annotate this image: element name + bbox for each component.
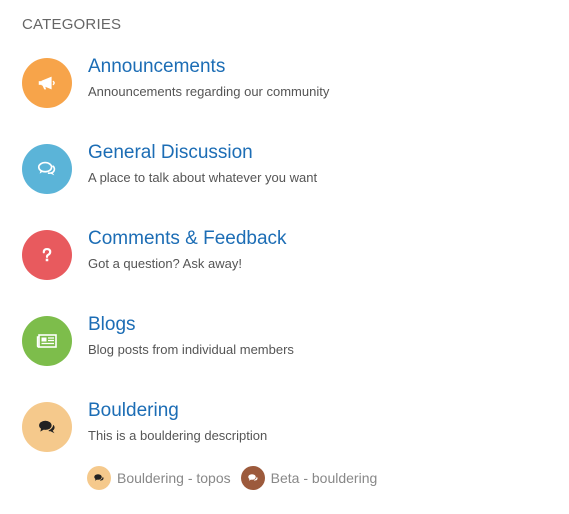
subcategory-beta-bouldering[interactable]: Beta - bouldering — [240, 466, 378, 490]
category-blogs[interactable]: Blogs Blog posts from individual members — [22, 314, 542, 372]
categories-panel: CATEGORIES Announcements Announcements r… — [0, 0, 569, 514]
category-bouldering[interactable]: Bouldering This is a bouldering descript… — [22, 400, 542, 458]
category-general-discussion[interactable]: General Discussion A place to talk about… — [22, 142, 542, 200]
subcategory-label[interactable]: Bouldering - topos — [117, 470, 231, 486]
comments-icon — [240, 466, 265, 490]
newspaper-icon — [22, 316, 72, 366]
section-title: CATEGORIES — [22, 16, 122, 33]
comments-icon — [87, 466, 111, 490]
comments-icon — [22, 402, 72, 452]
subcategory-label[interactable]: Beta - bouldering — [271, 470, 378, 486]
category-comments-feedback[interactable]: Comments & Feedback Got a question? Ask … — [22, 228, 542, 286]
category-name[interactable]: Announcements — [88, 56, 225, 78]
category-announcements[interactable]: Announcements Announcements regarding ou… — [22, 56, 542, 114]
comments-icon — [22, 144, 72, 194]
question-icon — [22, 230, 72, 280]
subcategory-list: Bouldering - topos Beta - bouldering — [87, 465, 387, 491]
category-name[interactable]: Bouldering — [88, 400, 179, 422]
subcategory-bouldering-topos[interactable]: Bouldering - topos — [87, 466, 231, 490]
category-description: Blog posts from individual members — [88, 342, 294, 357]
category-name[interactable]: Blogs — [88, 314, 136, 336]
category-description: A place to talk about whatever you want — [88, 170, 318, 185]
category-description: This is a bouldering description — [88, 428, 268, 443]
bullhorn-icon — [22, 58, 72, 108]
category-description: Announcements regarding our community — [88, 84, 330, 99]
category-description: Got a question? Ask away! — [88, 256, 242, 271]
category-name[interactable]: Comments & Feedback — [88, 228, 287, 250]
category-name[interactable]: General Discussion — [88, 142, 253, 164]
